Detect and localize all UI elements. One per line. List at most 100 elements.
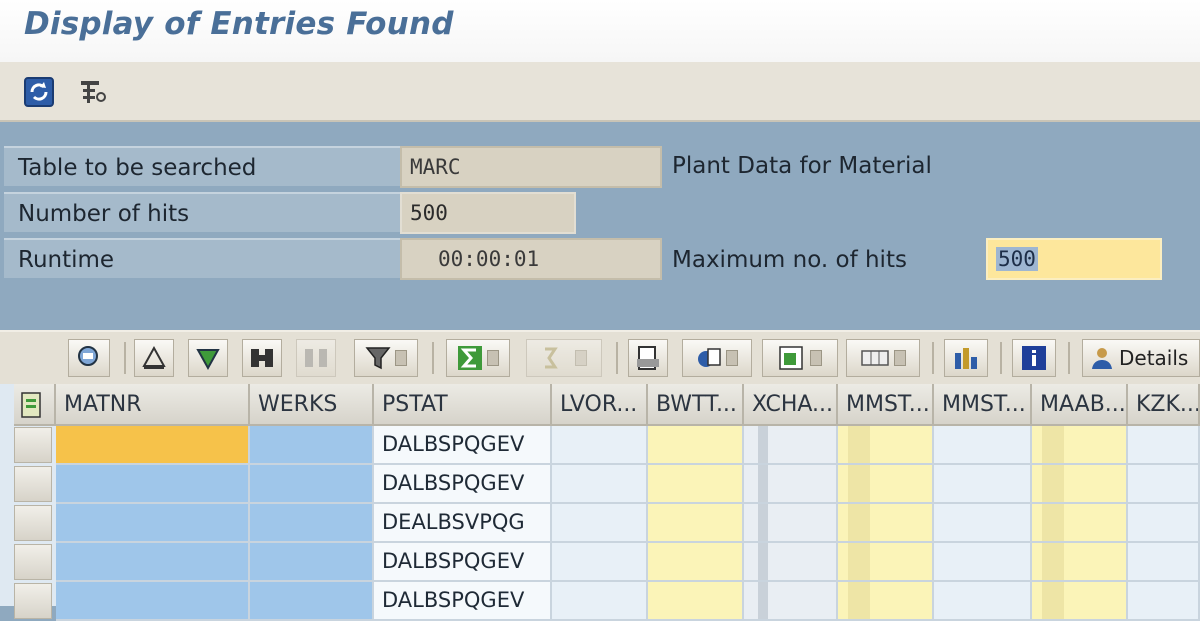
cell-xchar[interactable]	[744, 582, 838, 621]
cell-bwtty[interactable]	[648, 582, 744, 621]
layout-settings-icon	[21, 392, 41, 418]
cell-kzkri[interactable]	[1128, 504, 1200, 543]
row-selector-button[interactable]	[14, 583, 52, 619]
cell-mmstd[interactable]	[934, 465, 1032, 504]
table-description: Plant Data for Material	[672, 153, 932, 179]
column-header-werks[interactable]: WERKS	[250, 384, 374, 426]
information-button[interactable]	[1012, 339, 1056, 377]
cell-xchar[interactable]	[744, 504, 838, 543]
cell-pstat[interactable]: DALBSPQGEV	[374, 465, 552, 504]
filter-button[interactable]	[354, 339, 418, 377]
row-selector-button[interactable]	[14, 505, 52, 541]
toolbar-separator	[932, 342, 934, 374]
cell-bwtty[interactable]	[648, 504, 744, 543]
sort-descending-button[interactable]	[188, 339, 228, 377]
cell-lvorm[interactable]	[552, 543, 648, 582]
total-button[interactable]	[446, 339, 510, 377]
cell-pstat[interactable]: DALBSPQGEV	[374, 426, 552, 465]
cell-lvorm[interactable]	[552, 426, 648, 465]
cell-matnr[interactable]	[56, 465, 250, 504]
cell-kzkri[interactable]	[1128, 465, 1200, 504]
cell-maabc[interactable]	[1032, 504, 1128, 543]
cell-xchar[interactable]	[744, 426, 838, 465]
column-header-maabc[interactable]: MAAB...	[1032, 384, 1128, 426]
cell-mmstd[interactable]	[934, 426, 1032, 465]
details-button[interactable]: Details	[1082, 339, 1200, 377]
layout-icon	[861, 350, 889, 366]
cell-mmsta[interactable]	[838, 465, 934, 504]
column-header-mmsta[interactable]: MMST...	[838, 384, 934, 426]
cell-kzkri[interactable]	[1128, 582, 1200, 621]
details-label: Details	[1119, 346, 1189, 370]
row-selector-button[interactable]	[14, 544, 52, 580]
sort-descending-icon	[196, 349, 220, 371]
refresh-button[interactable]	[22, 75, 56, 109]
info-icon	[1022, 346, 1046, 370]
column-header-bwtty[interactable]: BWTT...	[648, 384, 744, 426]
toolbar-separator	[1000, 342, 1002, 374]
column-header-kzkri[interactable]: KZK...	[1128, 384, 1200, 426]
column-header-xchar[interactable]: XCHA...	[744, 384, 838, 426]
cell-pstat[interactable]: DALBSPQGEV	[374, 582, 552, 621]
cell-xchar[interactable]	[744, 543, 838, 582]
layout-button[interactable]	[846, 339, 920, 377]
selection-criteria-button[interactable]	[76, 75, 110, 109]
cell-werks[interactable]	[250, 543, 374, 582]
cell-matnr[interactable]	[56, 426, 250, 465]
cell-mmstd[interactable]	[934, 543, 1032, 582]
cell-kzkri[interactable]	[1128, 426, 1200, 465]
cell-bwtty[interactable]	[648, 465, 744, 504]
row-selector-button[interactable]	[14, 427, 52, 463]
cell-mmsta[interactable]	[838, 426, 934, 465]
cell-xchar[interactable]	[744, 465, 838, 504]
column-header-mmstd[interactable]: MMST...	[934, 384, 1032, 426]
max-hits-input[interactable]: 500	[986, 238, 1162, 280]
column-header-pstat[interactable]: PSTAT	[374, 384, 552, 426]
cell-mmsta[interactable]	[838, 582, 934, 621]
find-button[interactable]	[242, 339, 282, 377]
cell-mmstd[interactable]	[934, 582, 1032, 621]
column-header-lvorm[interactable]: LVOR...	[552, 384, 648, 426]
cell-kzkri[interactable]	[1128, 543, 1200, 582]
cell-bwtty[interactable]	[648, 543, 744, 582]
cell-maabc[interactable]	[1032, 426, 1128, 465]
cell-mmstd[interactable]	[934, 504, 1032, 543]
dropdown-arrow-icon	[395, 350, 407, 366]
cell-mmsta[interactable]	[838, 543, 934, 582]
find-next-button[interactable]	[296, 339, 336, 377]
hits-field: 500	[400, 192, 576, 234]
select-all-button[interactable]	[14, 384, 56, 426]
cell-lvorm[interactable]	[552, 465, 648, 504]
cell-maabc[interactable]	[1032, 582, 1128, 621]
toolbar-separator	[1068, 342, 1070, 374]
print-preview-button[interactable]	[628, 339, 668, 377]
cell-werks[interactable]	[250, 504, 374, 543]
cell-werks[interactable]	[250, 582, 374, 621]
toolbar-separator	[124, 342, 126, 374]
cell-pstat[interactable]: DALBSPQGEV	[374, 543, 552, 582]
cell-matnr[interactable]	[56, 504, 250, 543]
search-info-panel: Table to be searched MARC Plant Data for…	[0, 122, 1200, 330]
cell-lvorm[interactable]	[552, 504, 648, 543]
toolbar-separator	[432, 342, 434, 374]
cell-matnr[interactable]	[56, 582, 250, 621]
cell-werks[interactable]	[250, 465, 374, 504]
cell-mmsta[interactable]	[838, 504, 934, 543]
graphic-button[interactable]	[944, 339, 988, 377]
row-selector-button[interactable]	[14, 466, 52, 502]
cell-maabc[interactable]	[1032, 543, 1128, 582]
column-header-matnr[interactable]: MATNR	[56, 384, 250, 426]
cell-bwtty[interactable]	[648, 426, 744, 465]
export-button[interactable]	[682, 339, 752, 377]
person-icon	[1092, 348, 1112, 369]
details-view-button[interactable]	[68, 339, 110, 377]
sort-ascending-button[interactable]	[134, 339, 174, 377]
subtotal-button[interactable]	[526, 339, 602, 377]
cell-lvorm[interactable]	[552, 582, 648, 621]
cell-matnr[interactable]	[56, 543, 250, 582]
runtime-field: 00:00:01	[400, 238, 662, 280]
cell-werks[interactable]	[250, 426, 374, 465]
cell-maabc[interactable]	[1032, 465, 1128, 504]
spreadsheet-button[interactable]	[762, 339, 838, 377]
cell-pstat[interactable]: DEALBSVPQG	[374, 504, 552, 543]
